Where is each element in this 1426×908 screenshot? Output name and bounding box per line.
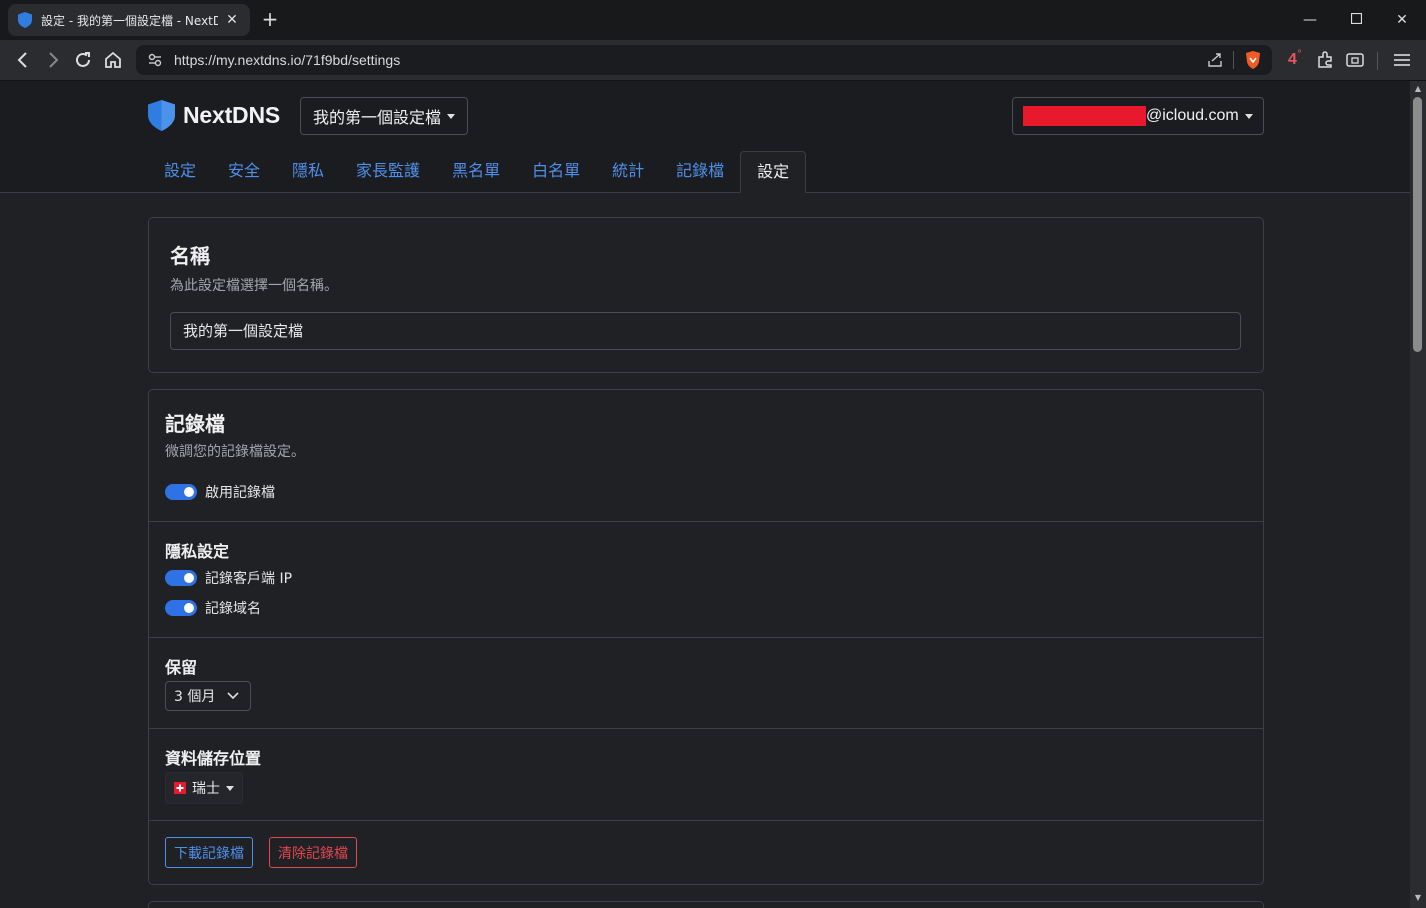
new-tab-button[interactable]: + [258, 8, 282, 32]
next-card [148, 901, 1264, 908]
close-tab-icon[interactable]: ✕ [224, 12, 240, 28]
url-text: https://my.nextdns.io/71f9bd/settings [174, 52, 401, 68]
browser-toolbar: https://my.nextdns.io/71f9bd/settings 4 ° [0, 40, 1426, 81]
tab-privacy[interactable]: 隱私 [276, 151, 340, 193]
scroll-down-icon[interactable]: ▼ [1413, 893, 1423, 902]
brave-shields-icon[interactable] [1244, 50, 1262, 70]
forward-icon[interactable] [41, 48, 65, 72]
privacy-section: 隱私設定 記錄客戶端 IP 記錄域名 [149, 521, 1263, 637]
tab-parental-control[interactable]: 家長監護 [340, 151, 436, 193]
logs-card: 記錄檔 微調您的記錄檔設定。 啟用記錄檔 隱私設定 記錄客戶端 IP 記錄域名 … [148, 389, 1264, 885]
rewards-icon[interactable]: 4 ° [1283, 48, 1307, 72]
logs-card-subtitle: 微調您的記錄檔設定。 [165, 444, 305, 460]
name-card-title: 名稱 [170, 244, 210, 268]
tab-title: 設定 - 我的第一個設定檔 - NextDNS [41, 13, 218, 28]
swiss-flag-icon [174, 782, 186, 794]
toolbar-divider [1377, 52, 1378, 70]
log-domains-label: 記錄域名 [205, 601, 261, 617]
main-nav: 設定 安全 隱私 家長監護 黑名單 白名單 統計 記錄檔 設定 [148, 151, 807, 193]
scroll-thumb[interactable] [1413, 97, 1422, 352]
logo-text: NextDNS [183, 102, 281, 128]
log-domains-switch[interactable] [165, 600, 197, 616]
retention-select[interactable]: 3 個月 [165, 681, 251, 711]
page-content: NextDNS 我的第一個設定檔 @icloud.com 設定 安全 隱私 家長… [0, 81, 1410, 908]
storage-location-title: 資料儲存位置 [165, 749, 262, 768]
scroll-up-icon[interactable]: ▲ [1413, 84, 1423, 93]
reload-icon[interactable] [71, 48, 95, 72]
enable-logs-toggle-row[interactable]: 啟用記錄檔 [165, 482, 275, 502]
tab-denylist[interactable]: 黑名單 [436, 151, 516, 193]
storage-location-dropdown[interactable]: 瑞士 [165, 772, 243, 804]
profile-dropdown[interactable]: 我的第一個設定檔 [300, 97, 469, 135]
logs-card-title: 記錄檔 [165, 412, 225, 436]
tab-security[interactable]: 安全 [212, 151, 276, 193]
enable-logs-label: 啟用記錄檔 [205, 485, 275, 501]
log-domains-toggle-row[interactable]: 記錄域名 [165, 598, 261, 618]
caret-down-icon [1244, 113, 1253, 119]
retention-section-title: 保留 [165, 658, 198, 677]
name-card-subtitle: 為此設定檔選擇一個名稱。 [170, 278, 338, 294]
caret-down-icon [226, 785, 234, 791]
nextdns-shield-icon [18, 12, 32, 28]
enable-logs-switch[interactable] [165, 484, 197, 500]
logs-actions-section: 下載記錄檔 清除記錄檔 [149, 820, 1263, 884]
redacted-email [1023, 106, 1146, 126]
retention-value: 3 個月 [174, 689, 216, 705]
download-logs-button[interactable]: 下載記錄檔 [165, 837, 253, 868]
tab-setup[interactable]: 設定 [148, 151, 212, 193]
profile-name: 我的第一個設定檔 [313, 108, 442, 127]
address-bar[interactable]: https://my.nextdns.io/71f9bd/settings [136, 45, 1272, 75]
browser-tab[interactable]: 設定 - 我的第一個設定檔 - NextDNS ✕ [8, 4, 250, 36]
storage-location-section: 資料儲存位置 瑞士 [149, 728, 1263, 820]
tab-settings[interactable]: 設定 [740, 151, 807, 193]
storage-location-value: 瑞士 [192, 781, 220, 797]
site-header: NextDNS 我的第一個設定檔 @icloud.com 設定 安全 隱私 家長… [0, 81, 1410, 193]
account-dropdown[interactable]: @icloud.com [1012, 97, 1264, 135]
nextdns-shield-icon [148, 100, 175, 131]
nextdns-logo[interactable]: NextDNS [148, 100, 280, 131]
privacy-section-title: 隱私設定 [165, 542, 230, 561]
page-scrollbar[interactable]: ▲ ▼ [1410, 81, 1426, 908]
close-window-icon[interactable]: ✕ [1390, 8, 1414, 32]
log-client-ip-toggle-row[interactable]: 記錄客戶端 IP [165, 568, 292, 588]
log-client-ip-label: 記錄客戶端 IP [205, 571, 293, 587]
site-settings-icon[interactable] [148, 53, 162, 67]
retention-section: 保留 3 個月 [149, 637, 1263, 728]
clear-logs-button[interactable]: 清除記錄檔 [269, 837, 357, 868]
tab-allowlist[interactable]: 白名單 [516, 151, 596, 193]
back-icon[interactable] [11, 48, 35, 72]
tab-analytics[interactable]: 統計 [596, 151, 660, 193]
wallet-icon[interactable] [1343, 48, 1367, 72]
maximize-icon[interactable] [1344, 8, 1368, 32]
name-card: 名稱 為此設定檔選擇一個名稱。 我的第一個設定檔 [148, 217, 1264, 373]
menu-icon[interactable] [1390, 48, 1414, 72]
tab-logs[interactable]: 記錄檔 [660, 151, 740, 193]
home-icon[interactable] [101, 48, 125, 72]
minimize-icon[interactable]: — [1298, 8, 1322, 32]
share-icon[interactable] [1207, 52, 1223, 68]
chevron-down-icon [227, 692, 239, 700]
profile-name-input[interactable]: 我的第一個設定檔 [170, 312, 1241, 350]
caret-down-icon [447, 113, 456, 119]
browser-tabstrip: 設定 - 我的第一個設定檔 - NextDNS ✕ + — ✕ [0, 0, 1426, 40]
extensions-icon[interactable] [1313, 48, 1337, 72]
account-email-suffix: @icloud.com [1146, 107, 1239, 124]
log-client-ip-switch[interactable] [165, 570, 197, 586]
